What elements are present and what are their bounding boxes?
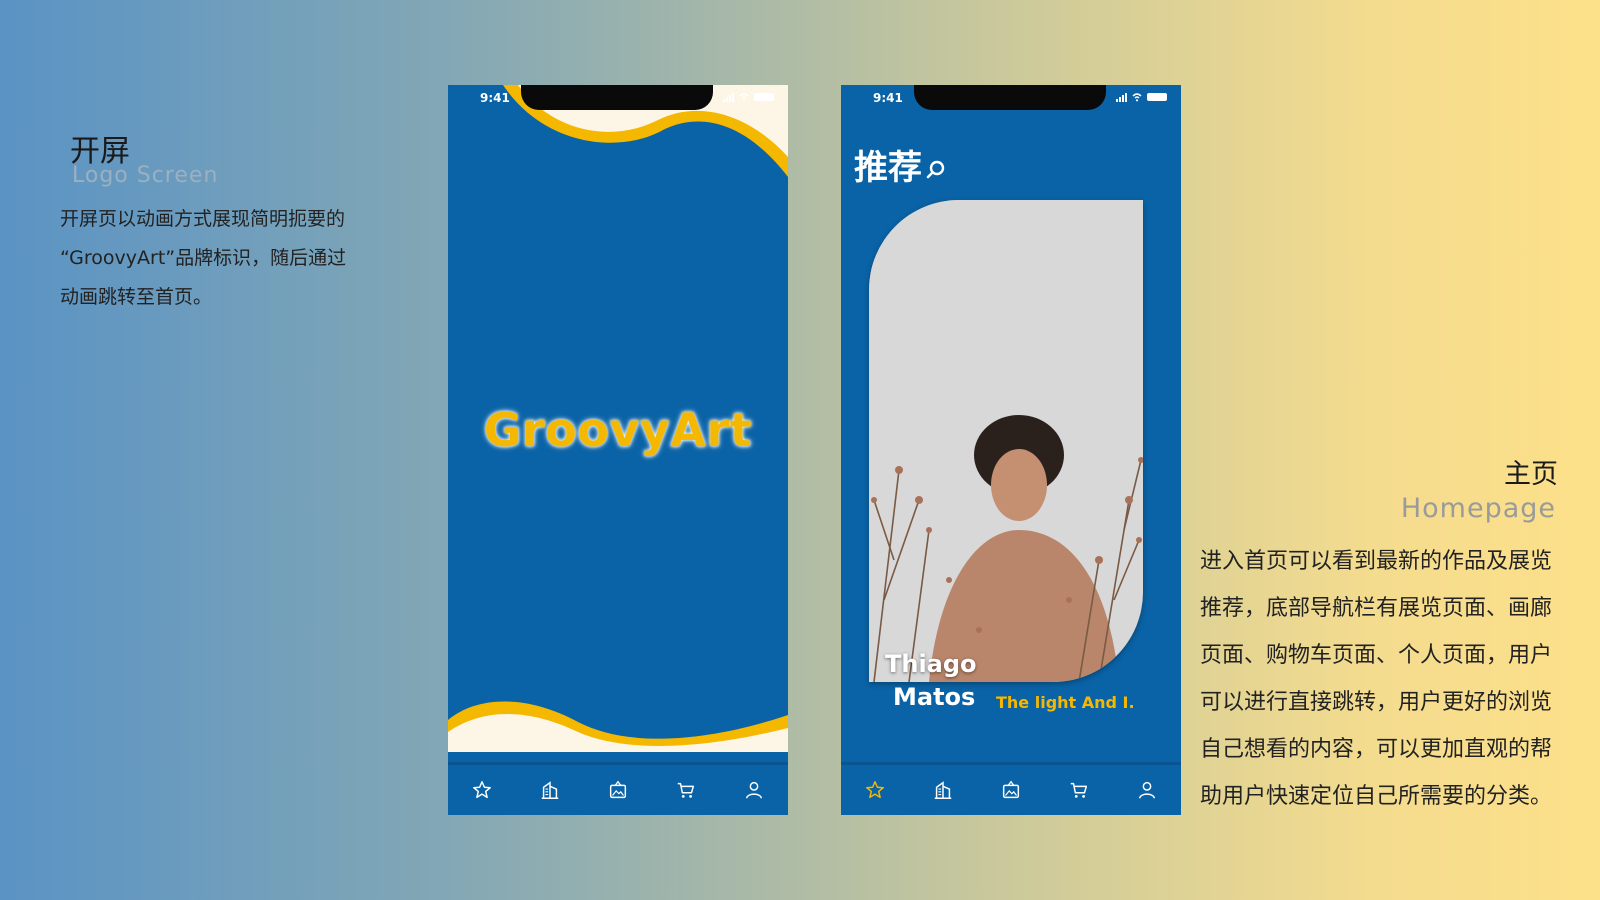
signal-icon	[1116, 92, 1127, 102]
star-icon	[866, 781, 884, 799]
home-section-subtitle: Homepage	[1400, 493, 1556, 524]
home-phone-screen: 9:41 推荐 Thiago Matos The light And I.	[841, 85, 1181, 815]
device-notch	[914, 85, 1106, 110]
search-icon[interactable]	[925, 159, 947, 181]
battery-icon	[1147, 93, 1167, 101]
home-description-line: 自己想看的内容，可以更加直观的帮	[1200, 737, 1553, 762]
status-icons	[723, 92, 774, 102]
artwork-photo	[869, 200, 1143, 682]
home-description-line: 页面、购物车页面、个人页面，用户	[1200, 643, 1553, 668]
home-description-line: 助用户快速定位自己所需要的分类。	[1200, 784, 1553, 809]
gallery-building-icon	[934, 781, 952, 799]
splash-phone-screen: 9:41 GroovyArt	[448, 85, 788, 815]
tab-cart[interactable]	[1067, 778, 1091, 802]
page-title-text: 推荐	[854, 148, 922, 188]
status-time: 9:41	[873, 91, 903, 105]
home-description: 进入首页可以看到最新的作品及展览 推荐，底部导航栏有展览页面、画廊 页面、购物车…	[1200, 538, 1590, 820]
user-icon	[745, 781, 763, 799]
splash-section-subtitle: Logo Screen	[72, 163, 219, 188]
home-section-title: 主页	[1504, 459, 1558, 490]
tab-cart[interactable]	[674, 778, 698, 802]
tab-profile[interactable]	[1135, 778, 1159, 802]
home-description-line: 可以进行直接跳转，用户更好的浏览	[1200, 690, 1553, 715]
bottom-tab-bar	[841, 762, 1181, 815]
bottom-wave-decoration	[448, 701, 788, 752]
splash-description: 开屏页以动画方式展现简明扼要的 “GroovyArt”品牌标识，随后通过 动画跳…	[60, 200, 400, 317]
picture-frame-icon	[1002, 780, 1020, 799]
bottom-tab-bar	[448, 762, 788, 815]
splash-description-line: 开屏页以动画方式展现简明扼要的	[60, 208, 346, 230]
brand-logo: GroovyArt	[483, 403, 753, 457]
tab-profile[interactable]	[742, 778, 766, 802]
gallery-building-icon	[541, 781, 559, 799]
picture-frame-icon	[609, 780, 627, 799]
artist-first-name: Thiago	[885, 650, 977, 678]
tab-exhibition[interactable]	[931, 778, 955, 802]
tab-gallery[interactable]	[606, 778, 630, 802]
cart-icon	[677, 782, 695, 798]
splash-description-line: “GroovyArt”品牌标识，随后通过	[60, 247, 347, 269]
page-title: 推荐	[854, 140, 947, 189]
signal-icon	[723, 92, 734, 102]
artwork-title: The light And I.	[996, 693, 1135, 712]
home-description-line: 进入首页可以看到最新的作品及展览	[1200, 549, 1553, 574]
featured-artwork-card[interactable]	[869, 200, 1143, 682]
tab-recommend[interactable]	[863, 778, 887, 802]
status-icons	[1116, 92, 1167, 102]
status-time: 9:41	[480, 91, 510, 105]
tab-gallery[interactable]	[999, 778, 1023, 802]
star-icon	[473, 781, 491, 799]
wifi-icon	[1132, 93, 1142, 102]
tab-recommend[interactable]	[470, 778, 494, 802]
cart-icon	[1070, 782, 1088, 798]
user-icon	[1138, 781, 1156, 799]
artist-last-name: Matos	[893, 683, 976, 711]
splash-description-line: 动画跳转至首页。	[60, 286, 213, 308]
battery-icon	[754, 93, 774, 101]
tab-exhibition[interactable]	[538, 778, 562, 802]
home-description-line: 推荐，底部导航栏有展览页面、画廊	[1200, 596, 1553, 621]
wifi-icon	[739, 93, 749, 102]
device-notch	[521, 85, 713, 110]
